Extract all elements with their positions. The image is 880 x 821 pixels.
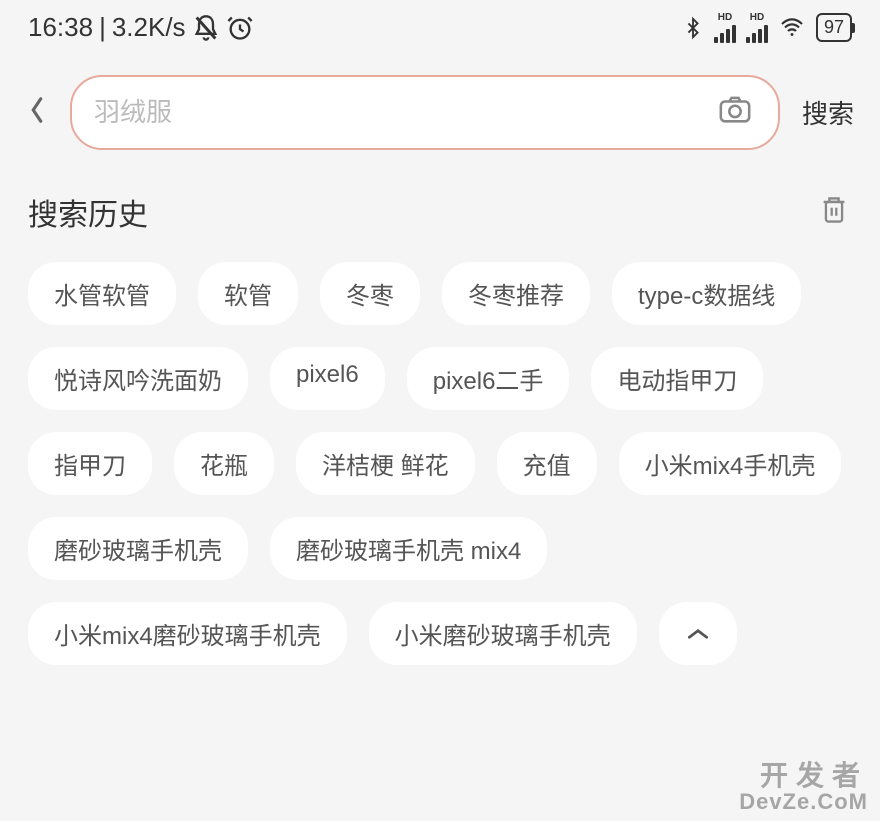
status-time: 16:38 xyxy=(28,12,93,43)
history-chips: 水管软管软管冬枣冬枣推荐 type-c数据线悦诗风吟洗面奶 pixel6 pixel6… xyxy=(28,262,852,665)
camera-button[interactable] xyxy=(714,91,756,134)
history-chip[interactable]: 小米mix4磨砂玻璃手机壳 xyxy=(28,602,347,665)
watermark-line1: 开发者 xyxy=(739,761,868,790)
delete-history-button[interactable] xyxy=(816,191,852,234)
history-header: 搜索历史 xyxy=(28,190,852,234)
chevron-up-icon xyxy=(685,627,711,641)
trash-icon xyxy=(820,195,848,225)
history-chip[interactable]: 洋桔梗 鲜花 xyxy=(296,432,475,495)
history-chip[interactable]: 指甲刀 xyxy=(28,432,152,495)
history-chip[interactable]: pixel6二手 xyxy=(407,347,570,410)
history-chip[interactable]: 冬枣 xyxy=(320,262,420,325)
camera-icon xyxy=(718,95,752,125)
mute-icon xyxy=(192,14,220,42)
history-chip[interactable]: pixel6 xyxy=(270,347,385,410)
history-chip[interactable]: 电动指甲刀 xyxy=(591,347,763,410)
status-speed: 3.2K/s xyxy=(112,12,186,43)
history-chip[interactable]: 小米mix4手机壳 xyxy=(619,432,842,495)
history-chip[interactable]: 水管软管 xyxy=(28,262,176,325)
battery-level: 97 xyxy=(824,17,844,38)
status-divider: | xyxy=(99,12,106,43)
search-row: 搜索 xyxy=(0,55,880,174)
history-chip[interactable]: 小米磨砂玻璃手机壳 xyxy=(369,602,637,665)
history-chip[interactable]: 磨砂玻璃手机壳 xyxy=(28,517,248,580)
history-chip[interactable]: 充值 xyxy=(497,432,597,495)
battery-icon: 97 xyxy=(816,13,852,42)
search-input[interactable] xyxy=(94,97,714,128)
watermark: 开发者 DevZe.CoM xyxy=(739,761,868,813)
bluetooth-icon xyxy=(682,15,704,41)
history-chip[interactable]: 悦诗风吟洗面奶 xyxy=(28,347,248,410)
wifi-icon xyxy=(778,16,806,40)
status-right: HD HD 97 xyxy=(682,13,852,43)
history-chip[interactable]: 花瓶 xyxy=(174,432,274,495)
history-chip[interactable]: type-c数据线 xyxy=(612,262,801,325)
signal-2-icon: HD xyxy=(746,13,768,43)
alarm-icon xyxy=(226,14,254,42)
status-left: 16:38 | 3.2K/s xyxy=(28,12,254,43)
history-chip[interactable]: 冬枣推荐 xyxy=(442,262,590,325)
history-section: 搜索历史 水管软管软管冬枣冬枣推荐 type-c数据线悦诗风吟洗面奶 pixel6 p… xyxy=(0,174,880,681)
signal-1-icon: HD xyxy=(714,13,736,43)
history-title: 搜索历史 xyxy=(28,190,148,234)
history-chip[interactable]: 软管 xyxy=(198,262,298,325)
back-button[interactable] xyxy=(20,87,54,138)
search-button[interactable]: 搜索 xyxy=(796,94,860,131)
search-box[interactable] xyxy=(70,75,780,150)
watermark-line2: DevZe.CoM xyxy=(739,790,868,813)
history-chip[interactable]: 磨砂玻璃手机壳 mix4 xyxy=(270,517,547,580)
expand-button[interactable] xyxy=(659,602,737,665)
status-bar: 16:38 | 3.2K/s HD xyxy=(0,0,880,55)
